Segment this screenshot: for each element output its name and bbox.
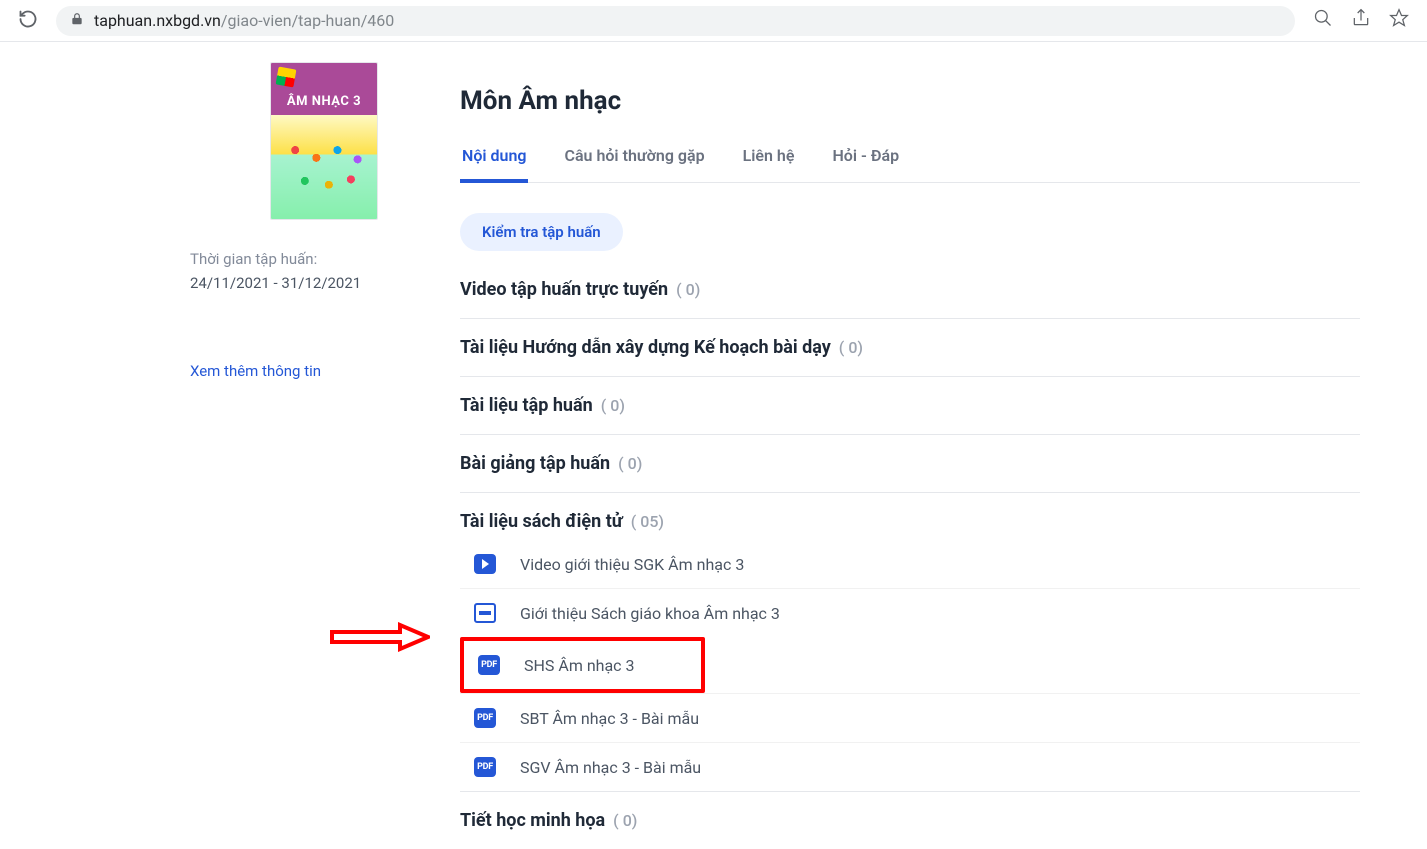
section-ebooks-header[interactable]: Tài liệu sách điện tử ( 05) — [460, 511, 1360, 532]
pdf-icon: PDF — [474, 708, 496, 728]
file-label: Giới thiệu Sách giáo khoa Âm nhạc 3 — [520, 604, 780, 623]
lock-icon — [70, 12, 84, 30]
toolbar-actions — [1313, 8, 1409, 33]
pdf-icon: PDF — [478, 655, 500, 675]
section-title: Bài giảng tập huấn — [460, 453, 610, 474]
tab-content[interactable]: Nội dung — [460, 146, 528, 183]
book-cover-art — [271, 115, 377, 219]
training-period-value: 24/11/2021 - 31/12/2021 — [190, 274, 430, 292]
section-video-training[interactable]: Video tập huấn trực tuyến ( 0) — [460, 261, 1360, 319]
file-label: SHS Âm nhạc 3 — [524, 656, 635, 675]
book-cover-label: ÂM NHẠC 3 — [287, 94, 361, 109]
url-path: /giao-vien/tap-huan/460 — [221, 11, 394, 30]
section-sample-lesson[interactable]: Tiết học minh họa ( 0) — [460, 791, 1360, 849]
kite-icon — [277, 68, 295, 86]
file-item-slide-intro[interactable]: Giới thiệu Sách giáo khoa Âm nhạc 3 — [460, 588, 1360, 637]
section-count: ( 0) — [676, 280, 700, 299]
address-bar[interactable]: taphuan.nxbgd.vn/giao-vien/tap-huan/460 — [56, 6, 1295, 36]
file-item-sgv[interactable]: PDF SGV Âm nhạc 3 - Bài mẫu — [460, 742, 1360, 791]
section-ebooks: Tài liệu sách điện tử ( 05) Video giới t… — [460, 493, 1360, 791]
reload-icon[interactable] — [18, 9, 38, 32]
tab-contact[interactable]: Liên hệ — [741, 146, 797, 182]
section-title: Tài liệu sách điện tử — [460, 511, 623, 532]
training-period: Thời gian tập huấn: 24/11/2021 - 31/12/2… — [190, 250, 430, 292]
zoom-icon[interactable] — [1313, 8, 1333, 33]
tab-qa[interactable]: Hỏi - Đáp — [830, 146, 901, 182]
book-cover-title: ÂM NHẠC 3 — [271, 63, 377, 115]
file-item-sbt[interactable]: PDF SBT Âm nhạc 3 - Bài mẫu — [460, 693, 1360, 742]
section-count: ( 0) — [839, 338, 863, 357]
section-count: ( 0) — [618, 454, 642, 473]
url-host: taphuan.nxbgd.vn — [94, 11, 221, 30]
page-title: Môn Âm nhạc — [460, 86, 1360, 116]
training-period-label: Thời gian tập huấn: — [190, 250, 430, 268]
section-title: Tài liệu Hướng dẫn xây dựng Kế hoạch bài… — [460, 337, 831, 358]
browser-toolbar: taphuan.nxbgd.vn/giao-vien/tap-huan/460 — [0, 0, 1427, 42]
file-list: Video giới thiệu SGK Âm nhạc 3 Giới thiệ… — [460, 540, 1360, 791]
url-text: taphuan.nxbgd.vn/giao-vien/tap-huan/460 — [94, 11, 394, 30]
section-count: ( 0) — [613, 811, 637, 830]
tab-bar: Nội dung Câu hỏi thường gặp Liên hệ Hỏi … — [460, 146, 1360, 183]
section-title: Tiết học minh họa — [460, 810, 605, 831]
file-label: SGV Âm nhạc 3 - Bài mẫu — [520, 758, 701, 777]
file-item-video-intro[interactable]: Video giới thiệu SGK Âm nhạc 3 — [460, 540, 1360, 588]
pdf-icon: PDF — [474, 757, 496, 777]
share-icon[interactable] — [1351, 8, 1371, 33]
slide-icon — [474, 603, 496, 623]
star-icon[interactable] — [1389, 8, 1409, 33]
file-item-shs[interactable]: PDF SHS Âm nhạc 3 — [460, 637, 705, 693]
play-icon — [474, 554, 496, 574]
file-label: SBT Âm nhạc 3 - Bài mẫu — [520, 709, 699, 728]
book-cover-thumbnail[interactable]: ÂM NHẠC 3 — [270, 62, 378, 220]
section-guide-docs[interactable]: Tài liệu Hướng dẫn xây dựng Kế hoạch bài… — [460, 319, 1360, 377]
section-lectures[interactable]: Bài giảng tập huấn ( 0) — [460, 435, 1360, 493]
section-title: Video tập huấn trực tuyến — [460, 279, 668, 300]
more-info-link[interactable]: Xem thêm thông tin — [190, 362, 321, 380]
section-training-docs[interactable]: Tài liệu tập huấn ( 0) — [460, 377, 1360, 435]
tab-faq[interactable]: Câu hỏi thường gặp — [562, 146, 706, 182]
section-title: Tài liệu tập huấn — [460, 395, 593, 416]
section-count: ( 0) — [601, 396, 625, 415]
section-count: ( 05) — [631, 512, 664, 531]
file-label: Video giới thiệu SGK Âm nhạc 3 — [520, 555, 744, 574]
check-training-button[interactable]: Kiểm tra tập huấn — [460, 213, 623, 251]
